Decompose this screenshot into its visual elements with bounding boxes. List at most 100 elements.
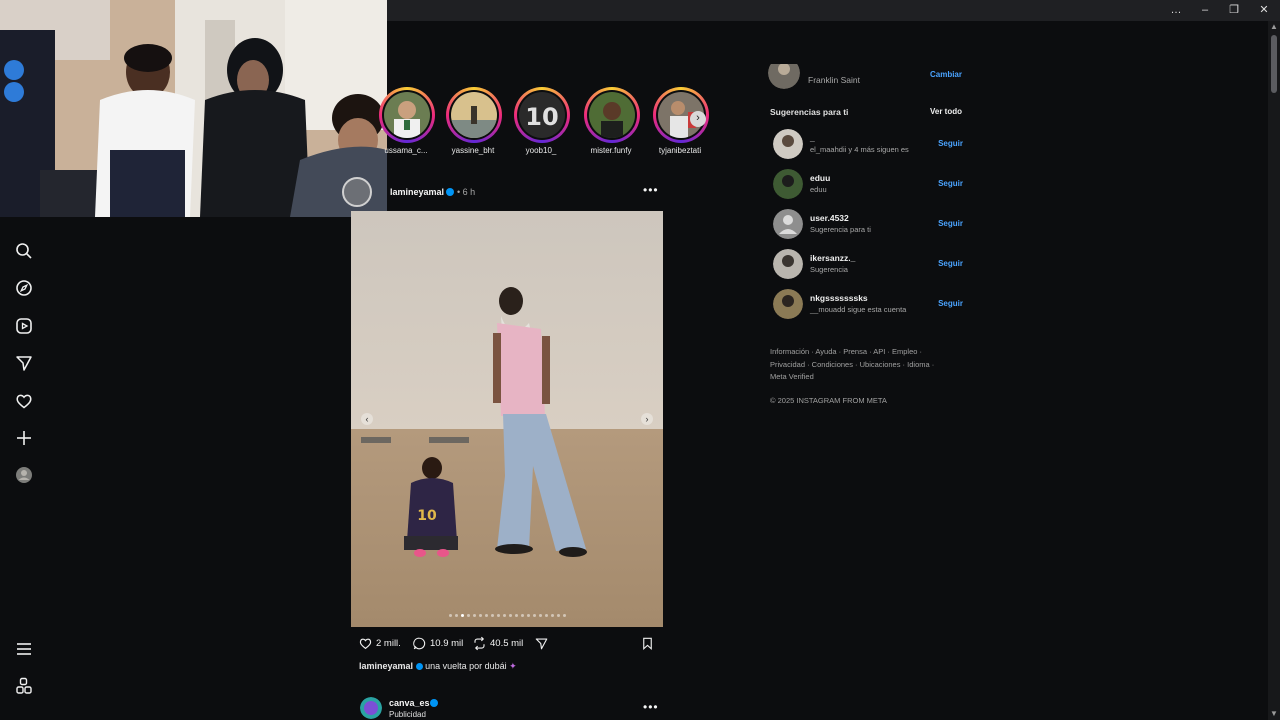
story-avatar [589,92,635,138]
suggestion-avatar[interactable] [773,169,803,199]
story-avatar [451,92,497,138]
suggestion-subtitle: Sugerencia [810,265,848,274]
story-avatar [384,92,430,138]
story-avatar: 10 [519,92,565,138]
reposts-count: 40.5 mil [490,638,524,650]
notifications-icon[interactable] [14,391,34,411]
comments-count: 10.9 mil [430,638,464,650]
carousel-dot [472,614,476,617]
stories-tray: ussama_c... yassine_bht 10 yoob10_ miste… [379,86,715,156]
carousel-dot [562,614,566,617]
follow-button[interactable]: Seguir [938,299,963,308]
story-username: mister.funfy [590,146,632,155]
carousel-dot [460,614,464,617]
carousel-dot [556,614,560,617]
scroll-up-icon[interactable]: ▲ [1270,23,1278,31]
post-actions: 2 mill. 10.9 mil 40.5 mil [358,636,660,652]
carousel-dot [514,614,518,617]
verified-badge-icon [415,663,423,671]
post-photo: 10 [351,211,663,627]
scroll-thumb[interactable] [1271,35,1277,93]
repost-icon [474,636,485,651]
copyright: © 2025 INSTAGRAM FROM META [770,395,887,405]
next-post-options-icon[interactable]: ••• [643,700,659,714]
restore-button[interactable]: ❐ [1219,2,1249,19]
carousel-dot [544,614,548,617]
stories-next-icon[interactable]: › [690,111,706,127]
suggestion-username[interactable]: _ [810,133,815,143]
see-all-link[interactable]: Ver todo [930,107,962,116]
webcam-video-frame [0,0,387,217]
carousel-dot [490,614,494,617]
current-user-avatar[interactable] [768,64,800,89]
story-ring [446,87,502,143]
post-username[interactable]: lamineyamal [390,187,444,197]
webcam-overlay [0,0,387,217]
follow-button[interactable]: Seguir [938,259,963,268]
suggestion-avatar[interactable] [773,129,803,159]
story-ring [379,87,435,143]
next-post-avatar[interactable] [360,697,382,719]
suggestion-username[interactable]: eduu [810,173,830,183]
story-item[interactable]: ussama_c... [373,86,439,156]
post-options-icon[interactable]: ••• [643,183,659,197]
suggestion-username[interactable]: user.4532 [810,213,849,223]
save-button[interactable] [640,636,658,652]
minimize-button[interactable]: – [1190,2,1220,19]
more-apps-icon[interactable] [14,676,34,696]
follow-button[interactable]: Seguir [938,179,963,188]
suggestion-item: _ el_maahdii y 4 más siguen es Seguir [773,129,963,159]
page-scrollbar[interactable]: ▲ ▼ [1268,21,1280,720]
carousel-next-icon[interactable]: › [641,413,653,425]
switch-account-link[interactable]: Cambiar [930,70,962,79]
story-ring [584,87,640,143]
suggestion-avatar[interactable] [773,249,803,279]
close-button[interactable]: ✕ [1249,2,1279,19]
menu-icon[interactable] [14,639,34,659]
follow-button[interactable]: Seguir [938,219,963,228]
scroll-down-icon[interactable]: ▼ [1270,710,1278,718]
explore-icon[interactable] [14,278,34,298]
next-post-header: canva_es Publicidad ••• [360,696,664,720]
story-item[interactable]: mister.funfy [578,86,644,156]
next-post-username[interactable]: canva_es [389,698,430,708]
more-icon[interactable]: … [1161,2,1191,19]
post-caption: lamineyamal una vuelta por dubái ✦ [359,661,517,672]
heart-icon [359,638,372,650]
caption-text: una vuelta por dubái [425,661,507,671]
suggestion-subtitle: Sugerencia para ti [810,225,871,234]
follow-button[interactable]: Seguir [938,139,963,148]
comment-button[interactable]: 10.9 mil [412,636,463,652]
story-item[interactable]: yassine_bht [440,86,506,156]
repost-button[interactable]: 40.5 mil [472,636,523,652]
story-item[interactable]: 10 yoob10_ [508,86,574,156]
messages-icon[interactable] [14,353,34,373]
post-image[interactable]: 10 ‹ › [351,211,663,627]
caption-username[interactable]: lamineyamal [359,661,413,671]
suggestion-username[interactable]: ikersanzz._ [810,253,855,263]
verified-badge-icon [446,188,454,196]
create-icon[interactable] [14,428,34,448]
carousel-prev-icon[interactable]: ‹ [361,413,373,425]
footer-links-line3[interactable]: Meta Verified [770,371,966,384]
story-username: yoob10_ [525,146,557,155]
carousel-dot [538,614,542,617]
default-avatar-icon[interactable] [773,209,803,239]
left-sidebar-nav [0,217,48,720]
footer-links-line1[interactable]: Información · Ayuda · Prensa · API · Emp… [770,346,966,359]
carousel-dot [520,614,524,617]
suggestion-username[interactable]: nkgsssssssks [810,293,868,303]
share-button[interactable] [534,636,552,652]
search-icon[interactable] [14,241,34,261]
profile-avatar[interactable] [14,465,34,485]
suggestion-subtitle: __mouadd sigue esta cuenta [810,305,907,314]
carousel-dot [532,614,536,617]
comment-icon [413,637,426,650]
suggestion-avatar[interactable] [773,289,803,319]
footer-links-line2[interactable]: Privacidad · Condiciones · Ubicaciones ·… [770,359,966,372]
story-username: tyjanibeztati [658,146,702,155]
like-button[interactable]: 2 mill. [358,636,401,652]
bookmark-icon [643,637,652,651]
reels-icon[interactable] [14,316,34,336]
carousel-dot [448,614,452,617]
